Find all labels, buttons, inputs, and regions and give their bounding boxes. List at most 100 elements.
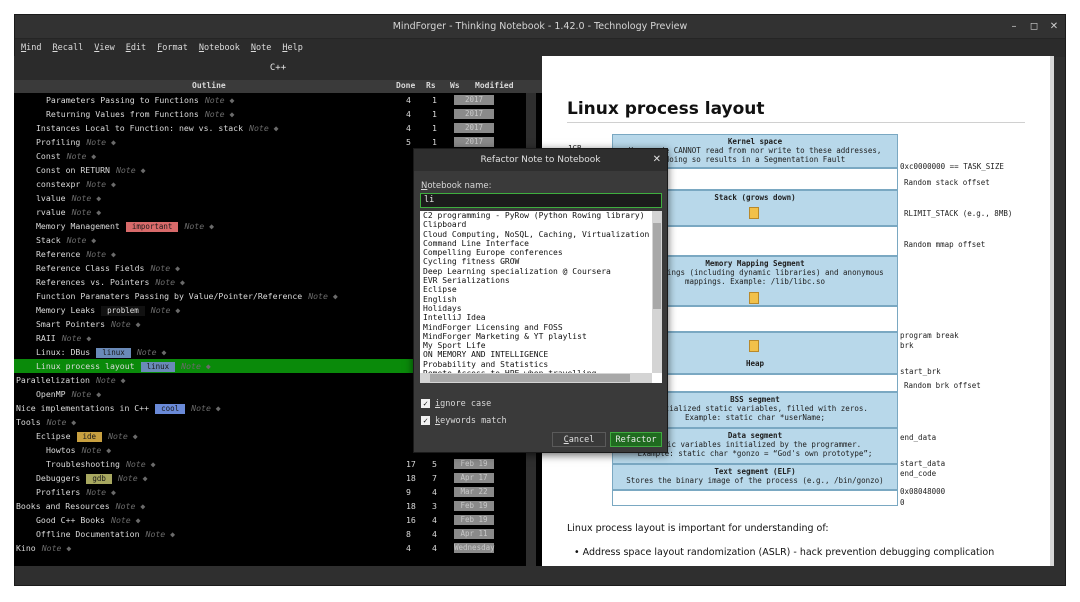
- outline-row-name: Smart Pointers: [36, 319, 106, 329]
- menu-item-note[interactable]: Note: [251, 43, 271, 53]
- notebook-list-item[interactable]: MindForger Licensing and FOSS: [420, 323, 650, 332]
- outline-row[interactable]: Offline Documentation Note ◆ 8 4 Apr 11: [14, 527, 526, 541]
- reads-count: 8: [406, 529, 411, 539]
- outline-row[interactable]: Returning Values from Functions Note ◆ 4 1 2…: [14, 107, 526, 121]
- notebook-list-vthumb[interactable]: [653, 223, 661, 309]
- outline-row[interactable]: Profiling Note ◆ 5 1 2017: [14, 135, 526, 149]
- notebook-list-item[interactable]: Compelling Europe conferences: [420, 248, 650, 257]
- refactor-button[interactable]: Refactor: [610, 432, 662, 447]
- notebook-list-item[interactable]: C2 programming - PyRow (Python Rowing li…: [420, 211, 650, 220]
- note-type-label: Note ◆: [191, 403, 221, 413]
- outline-row[interactable]: Instances Local to Function: new vs. sta…: [14, 121, 526, 135]
- notebook-name-input[interactable]: li: [420, 193, 662, 208]
- writes-count: 4: [432, 487, 437, 497]
- note-type-label: Note ◆: [108, 431, 138, 441]
- minimize-button[interactable]: –: [1007, 20, 1021, 34]
- cancel-button[interactable]: Cancel: [552, 432, 606, 447]
- tag-badge: problem: [101, 306, 145, 316]
- outline-row[interactable]: Debuggers gdb Note ◆ 18 7 Apr 17: [14, 471, 526, 485]
- notebook-list-hscroll[interactable]: [420, 373, 652, 383]
- notebook-list-item[interactable]: IntelliJ Idea: [420, 313, 650, 322]
- menu-item-recall[interactable]: Recall: [52, 43, 83, 53]
- note-type-label: Note ◆: [61, 333, 92, 343]
- notebook-list-item[interactable]: Holidays: [420, 304, 650, 313]
- writes-count: 4: [432, 515, 437, 525]
- outline-row-title: Parallelization Note ◆: [16, 375, 126, 385]
- col-outline[interactable]: Outline: [192, 81, 226, 90]
- outline-row-title: Reference Class Fields Note ◆: [36, 263, 180, 273]
- note-type-label: Note ◆: [81, 445, 112, 455]
- notebook-list-item[interactable]: Cloud Computing, NoSQL, Caching, Virtual…: [420, 230, 650, 239]
- notebook-list-item[interactable]: Clipboard: [420, 220, 650, 229]
- menu-item-format[interactable]: Format: [157, 43, 188, 53]
- menu-item-mind[interactable]: Mind: [21, 43, 41, 53]
- reads-count: 5: [406, 137, 411, 147]
- dialog-close-icon[interactable]: ✕: [653, 149, 661, 171]
- outline-row-title: Const on RETURN Note ◆: [36, 165, 146, 175]
- outline-row[interactable]: Parameters Passing to Functions Note ◆ 4 1 2…: [14, 93, 526, 107]
- menu-item-view[interactable]: View: [94, 43, 114, 53]
- note-type-label: Note ◆: [136, 347, 167, 357]
- viewer-scrollbar[interactable]: [1050, 56, 1054, 566]
- reads-count: 17: [406, 459, 416, 469]
- menu-item-help[interactable]: Help: [282, 43, 302, 53]
- outline-row-title: Books and Resources Note ◆: [16, 501, 145, 511]
- keywords-match-checkbox[interactable]: ✓ keywords match: [421, 416, 507, 426]
- menu-item-edit[interactable]: Edit: [126, 43, 146, 53]
- notebook-list-item[interactable]: Command Line Interface: [420, 239, 650, 248]
- outline-row[interactable]: Good C++ Books Note ◆ 16 4 Feb 19: [14, 513, 526, 527]
- outline-row-title: Returning Values from Functions Note ◆: [46, 109, 234, 119]
- writes-count: 5: [432, 459, 437, 469]
- writes-count: 1: [432, 123, 437, 133]
- ignore-case-checkbox[interactable]: ✓ ignore case: [421, 399, 491, 409]
- outline-row[interactable]: Books and Resources Note ◆ 18 3 Feb 19: [14, 499, 526, 513]
- note-type-label: Note ◆: [71, 207, 102, 217]
- col-modified[interactable]: Modified: [475, 81, 514, 90]
- label-brk: brk: [900, 341, 914, 350]
- modified-date: 2017: [454, 109, 494, 119]
- bottom-gap: [612, 490, 898, 506]
- stack-down-arrow-icon: [749, 207, 759, 219]
- menu-item-label: dit: [130, 43, 147, 53]
- outline-row[interactable]: Profilers Note ◆ 9 4 Mar 22: [14, 485, 526, 499]
- outline-row-name: Profiling: [36, 137, 81, 147]
- close-button[interactable]: ✕: [1047, 20, 1061, 34]
- outline-row[interactable]: Troubleshooting Note ◆ 17 5 Feb 19: [14, 457, 526, 471]
- note-type-label: Note ◆: [145, 529, 176, 539]
- outline-row-title: Parameters Passing to Functions Note ◆: [46, 95, 234, 105]
- outline-row[interactable]: Kino Note ◆ 4 4 Wednesday: [14, 541, 526, 555]
- maximize-button[interactable]: ◻: [1027, 20, 1041, 34]
- notebook-list-hthumb[interactable]: [430, 374, 630, 382]
- note-type-label: Note ◆: [115, 165, 146, 175]
- tag-badge: ide: [76, 432, 103, 442]
- notebook-list-item[interactable]: My Sport Life: [420, 341, 650, 350]
- notebook-list-item[interactable]: Cycling fitness GROW: [420, 257, 650, 266]
- ignore-case-check-icon[interactable]: ✓: [421, 399, 430, 408]
- notebook-list-item[interactable]: Eclipse: [420, 285, 650, 294]
- heading-divider: [567, 122, 1025, 123]
- notebook-list-item[interactable]: MindForger Marketing & YT playlist: [420, 332, 650, 341]
- note-type-label: Note ◆: [181, 361, 211, 371]
- col-ws[interactable]: Ws: [450, 81, 460, 90]
- note-heading: Linux process layout: [567, 99, 765, 119]
- notebook-list-item[interactable]: English: [420, 295, 650, 304]
- notebook-list-item[interactable]: ON MEMORY AND INTELLIGENCE: [420, 350, 650, 359]
- notebook-list-vscroll[interactable]: [652, 211, 662, 373]
- notebook-list-item[interactable]: Probability and Statistics: [420, 360, 650, 369]
- dialog-title: Refactor Note to Notebook: [480, 155, 601, 165]
- keywords-match-check-icon[interactable]: ✓: [421, 416, 430, 425]
- outline-row-title: Instances Local to Function: new vs. sta…: [36, 123, 279, 133]
- notebook-list-item[interactable]: EVR Serializations: [420, 276, 650, 285]
- menu-item-notebook[interactable]: Notebook: [199, 43, 240, 53]
- note-type-label: Note ◆: [46, 417, 77, 427]
- writes-count: 4: [432, 543, 437, 553]
- col-rs[interactable]: Rs: [426, 81, 436, 90]
- col-done[interactable]: Done: [396, 81, 415, 90]
- notebook-list-item[interactable]: Deep Learning specialization @ Coursera: [420, 267, 650, 276]
- text-title: Text segment (ELF): [714, 467, 796, 476]
- text-segment-block: Text segment (ELF) Stores the binary ima…: [612, 464, 898, 490]
- outline-row-name: OpenMP: [36, 389, 66, 399]
- outline-row-name: Eclipse: [36, 431, 71, 441]
- outline-row-title: Memory Management important Note ◆: [36, 221, 214, 232]
- notebook-list[interactable]: C2 programming - PyRow (Python Rowing li…: [420, 211, 662, 383]
